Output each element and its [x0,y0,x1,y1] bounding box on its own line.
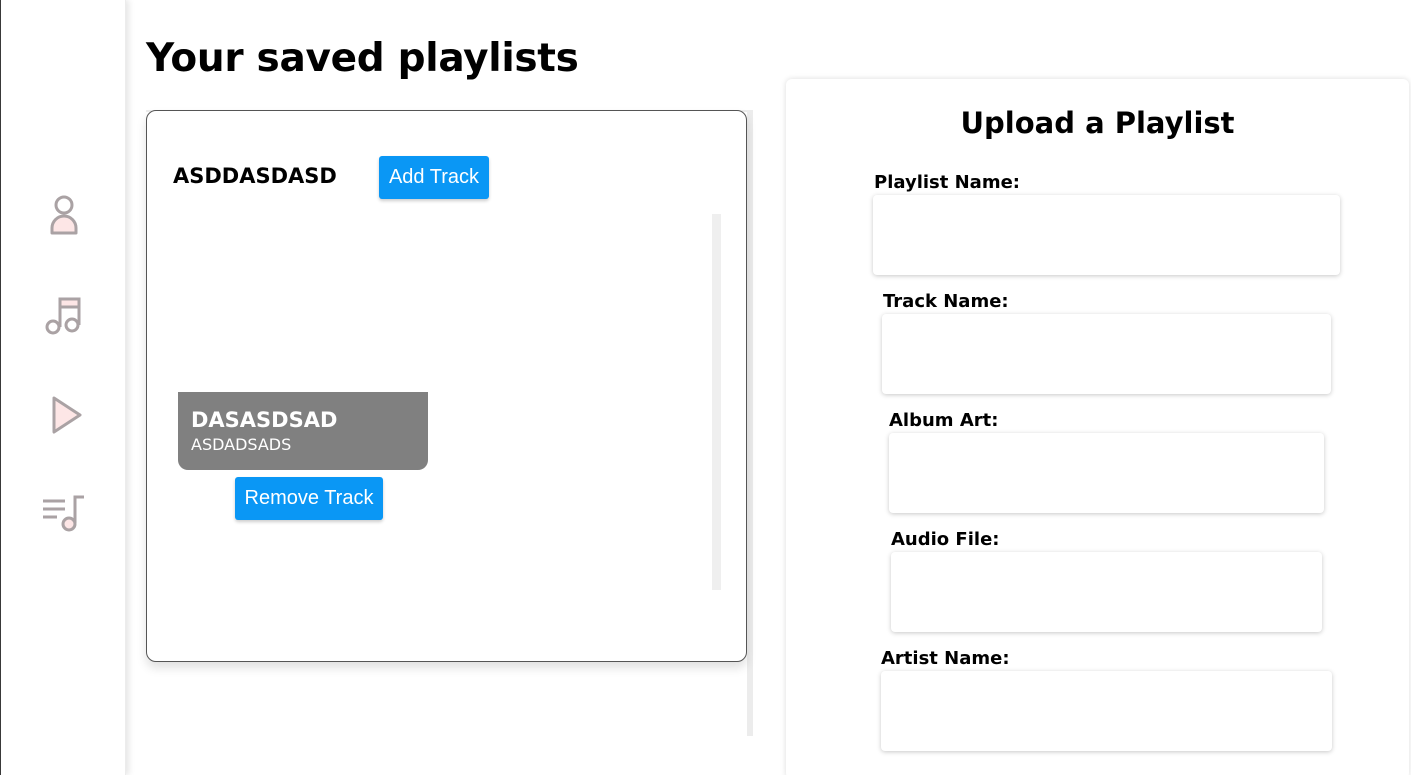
user-icon[interactable] [41,193,87,239]
music-note-icon[interactable] [41,293,87,339]
play-icon[interactable] [41,392,87,438]
add-track-button[interactable]: Add Track [379,156,489,199]
track-title: DASASDSAD [191,408,338,432]
audio-file-label: Audio File: [891,529,1000,550]
playlist-icon[interactable] [41,491,87,537]
upload-title: Upload a Playlist [960,106,1235,140]
track-name-label: Track Name: [883,291,1009,312]
sidebar [1,0,126,775]
track-tile[interactable]: DASASDSAD ASDADSADS [178,392,428,470]
playlist-name: ASDDASDASD [173,164,337,188]
album-art-input[interactable] [889,433,1324,513]
playlist-card: ASDDASDASD Add Track DASASDSAD ASDADSADS… [146,110,747,662]
track-artist: ASDADSADS [191,435,292,454]
playlist-name-input[interactable] [873,195,1340,275]
artist-name-input[interactable] [881,671,1332,751]
upload-panel: Upload a Playlist Playlist Name: Track N… [786,79,1409,775]
audio-file-input[interactable] [891,552,1322,632]
album-art-label: Album Art: [889,410,999,431]
page-title: Your saved playlists [146,36,579,81]
track-list-scrollbar[interactable] [712,214,721,590]
playlist-name-label: Playlist Name: [874,172,1020,193]
track-name-input[interactable] [882,314,1331,394]
playlists-scrollbar[interactable] [747,110,753,736]
artist-name-label: Artist Name: [881,648,1010,669]
remove-track-button[interactable]: Remove Track [235,477,383,520]
